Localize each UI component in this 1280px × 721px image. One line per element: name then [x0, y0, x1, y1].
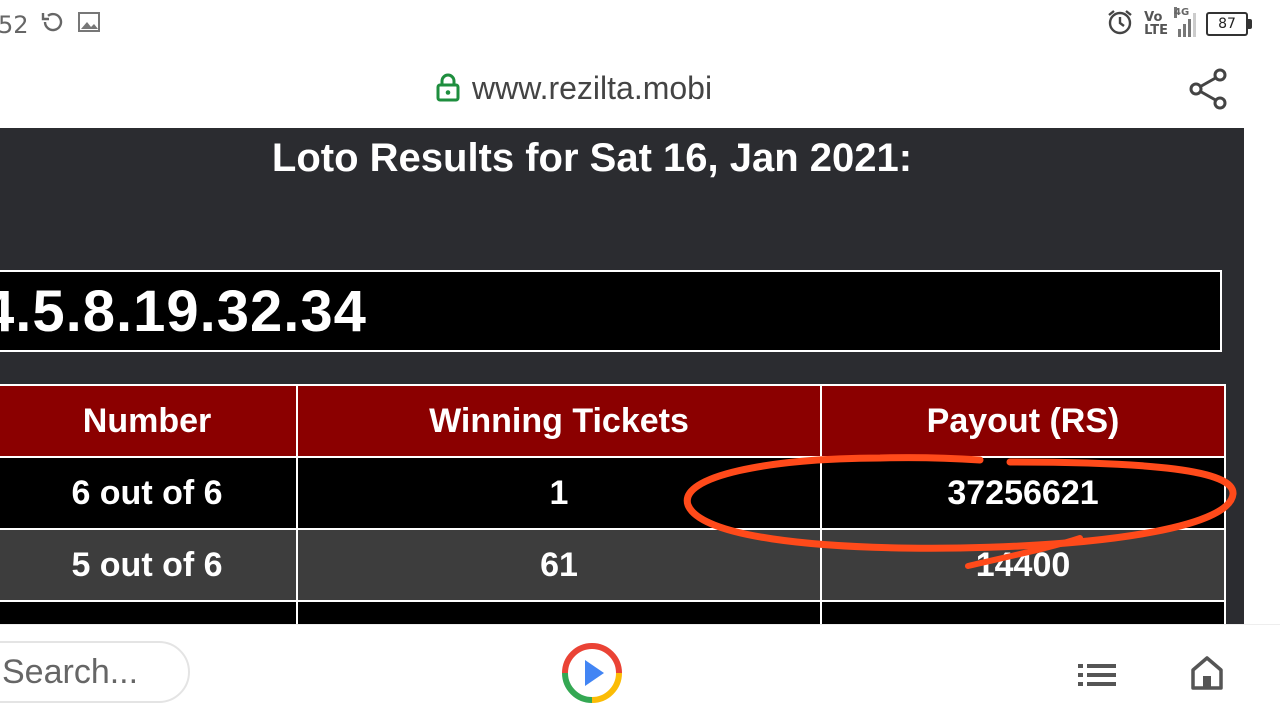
web-page: Loto Results for Sat 16, Jan 2021: 4.5.8…: [0, 128, 1244, 624]
cell-winning-tickets: 61: [296, 528, 822, 602]
url-display[interactable]: www.rezilta.mobi: [436, 70, 712, 107]
volte-bottom-label: LTE: [1144, 23, 1168, 38]
winning-numbers-box: 4.5.8.19.32.34: [0, 270, 1222, 352]
status-bar: 52 Vo LTE 4G 87: [0, 0, 1280, 52]
cell-payout: 14400: [820, 528, 1226, 602]
page-scroll-gutter: [1244, 128, 1280, 624]
volte-indicator: Vo LTE: [1144, 11, 1168, 37]
network-generation-label: 4G: [1174, 7, 1190, 18]
winning-numbers: 4.5.8.19.32.34: [0, 279, 367, 344]
header-payout: Payout (RS): [820, 384, 1226, 458]
cell-number: 6 out of 6: [0, 456, 298, 530]
results-table: Number Winning Tickets Payout (RS) 6 out…: [0, 384, 1226, 624]
list-menu-icon[interactable]: [1078, 663, 1116, 691]
play-icon[interactable]: [562, 643, 622, 707]
table-row: 6 out of 6 1 37256621: [0, 456, 1226, 530]
cell-payout: 37256621: [820, 456, 1226, 530]
table-row: [0, 600, 1226, 624]
table-header-row: Number Winning Tickets Payout (RS): [0, 384, 1226, 458]
clock-text: 52: [0, 11, 29, 39]
cell-number: [0, 600, 298, 624]
cell-winning-tickets: 1: [296, 456, 822, 530]
gallery-icon: [77, 10, 101, 40]
battery-icon: 87: [1206, 12, 1252, 36]
url-text: www.rezilta.mobi: [472, 70, 713, 106]
cell-number: 5 out of 6: [0, 528, 298, 602]
cell-winning-tickets: [296, 600, 822, 624]
address-bar: www.rezilta.mobi: [0, 52, 1280, 128]
alarm-icon: [1106, 8, 1134, 40]
search-field[interactable]: Search...: [0, 641, 190, 703]
search-placeholder: Search...: [2, 653, 139, 691]
share-icon[interactable]: [1188, 68, 1228, 114]
header-number: Number: [0, 384, 298, 458]
table-row: 5 out of 6 61 14400: [0, 528, 1226, 602]
lock-icon: [436, 72, 460, 106]
signal-icon: 4G: [1174, 7, 1196, 37]
home-icon[interactable]: [1190, 655, 1224, 695]
sync-icon: [41, 10, 65, 40]
bottom-toolbar: Search...: [0, 624, 1280, 721]
header-winning-tickets: Winning Tickets: [296, 384, 822, 458]
cell-payout: [820, 600, 1226, 624]
page-title: Loto Results for Sat 16, Jan 2021:: [271, 136, 913, 180]
